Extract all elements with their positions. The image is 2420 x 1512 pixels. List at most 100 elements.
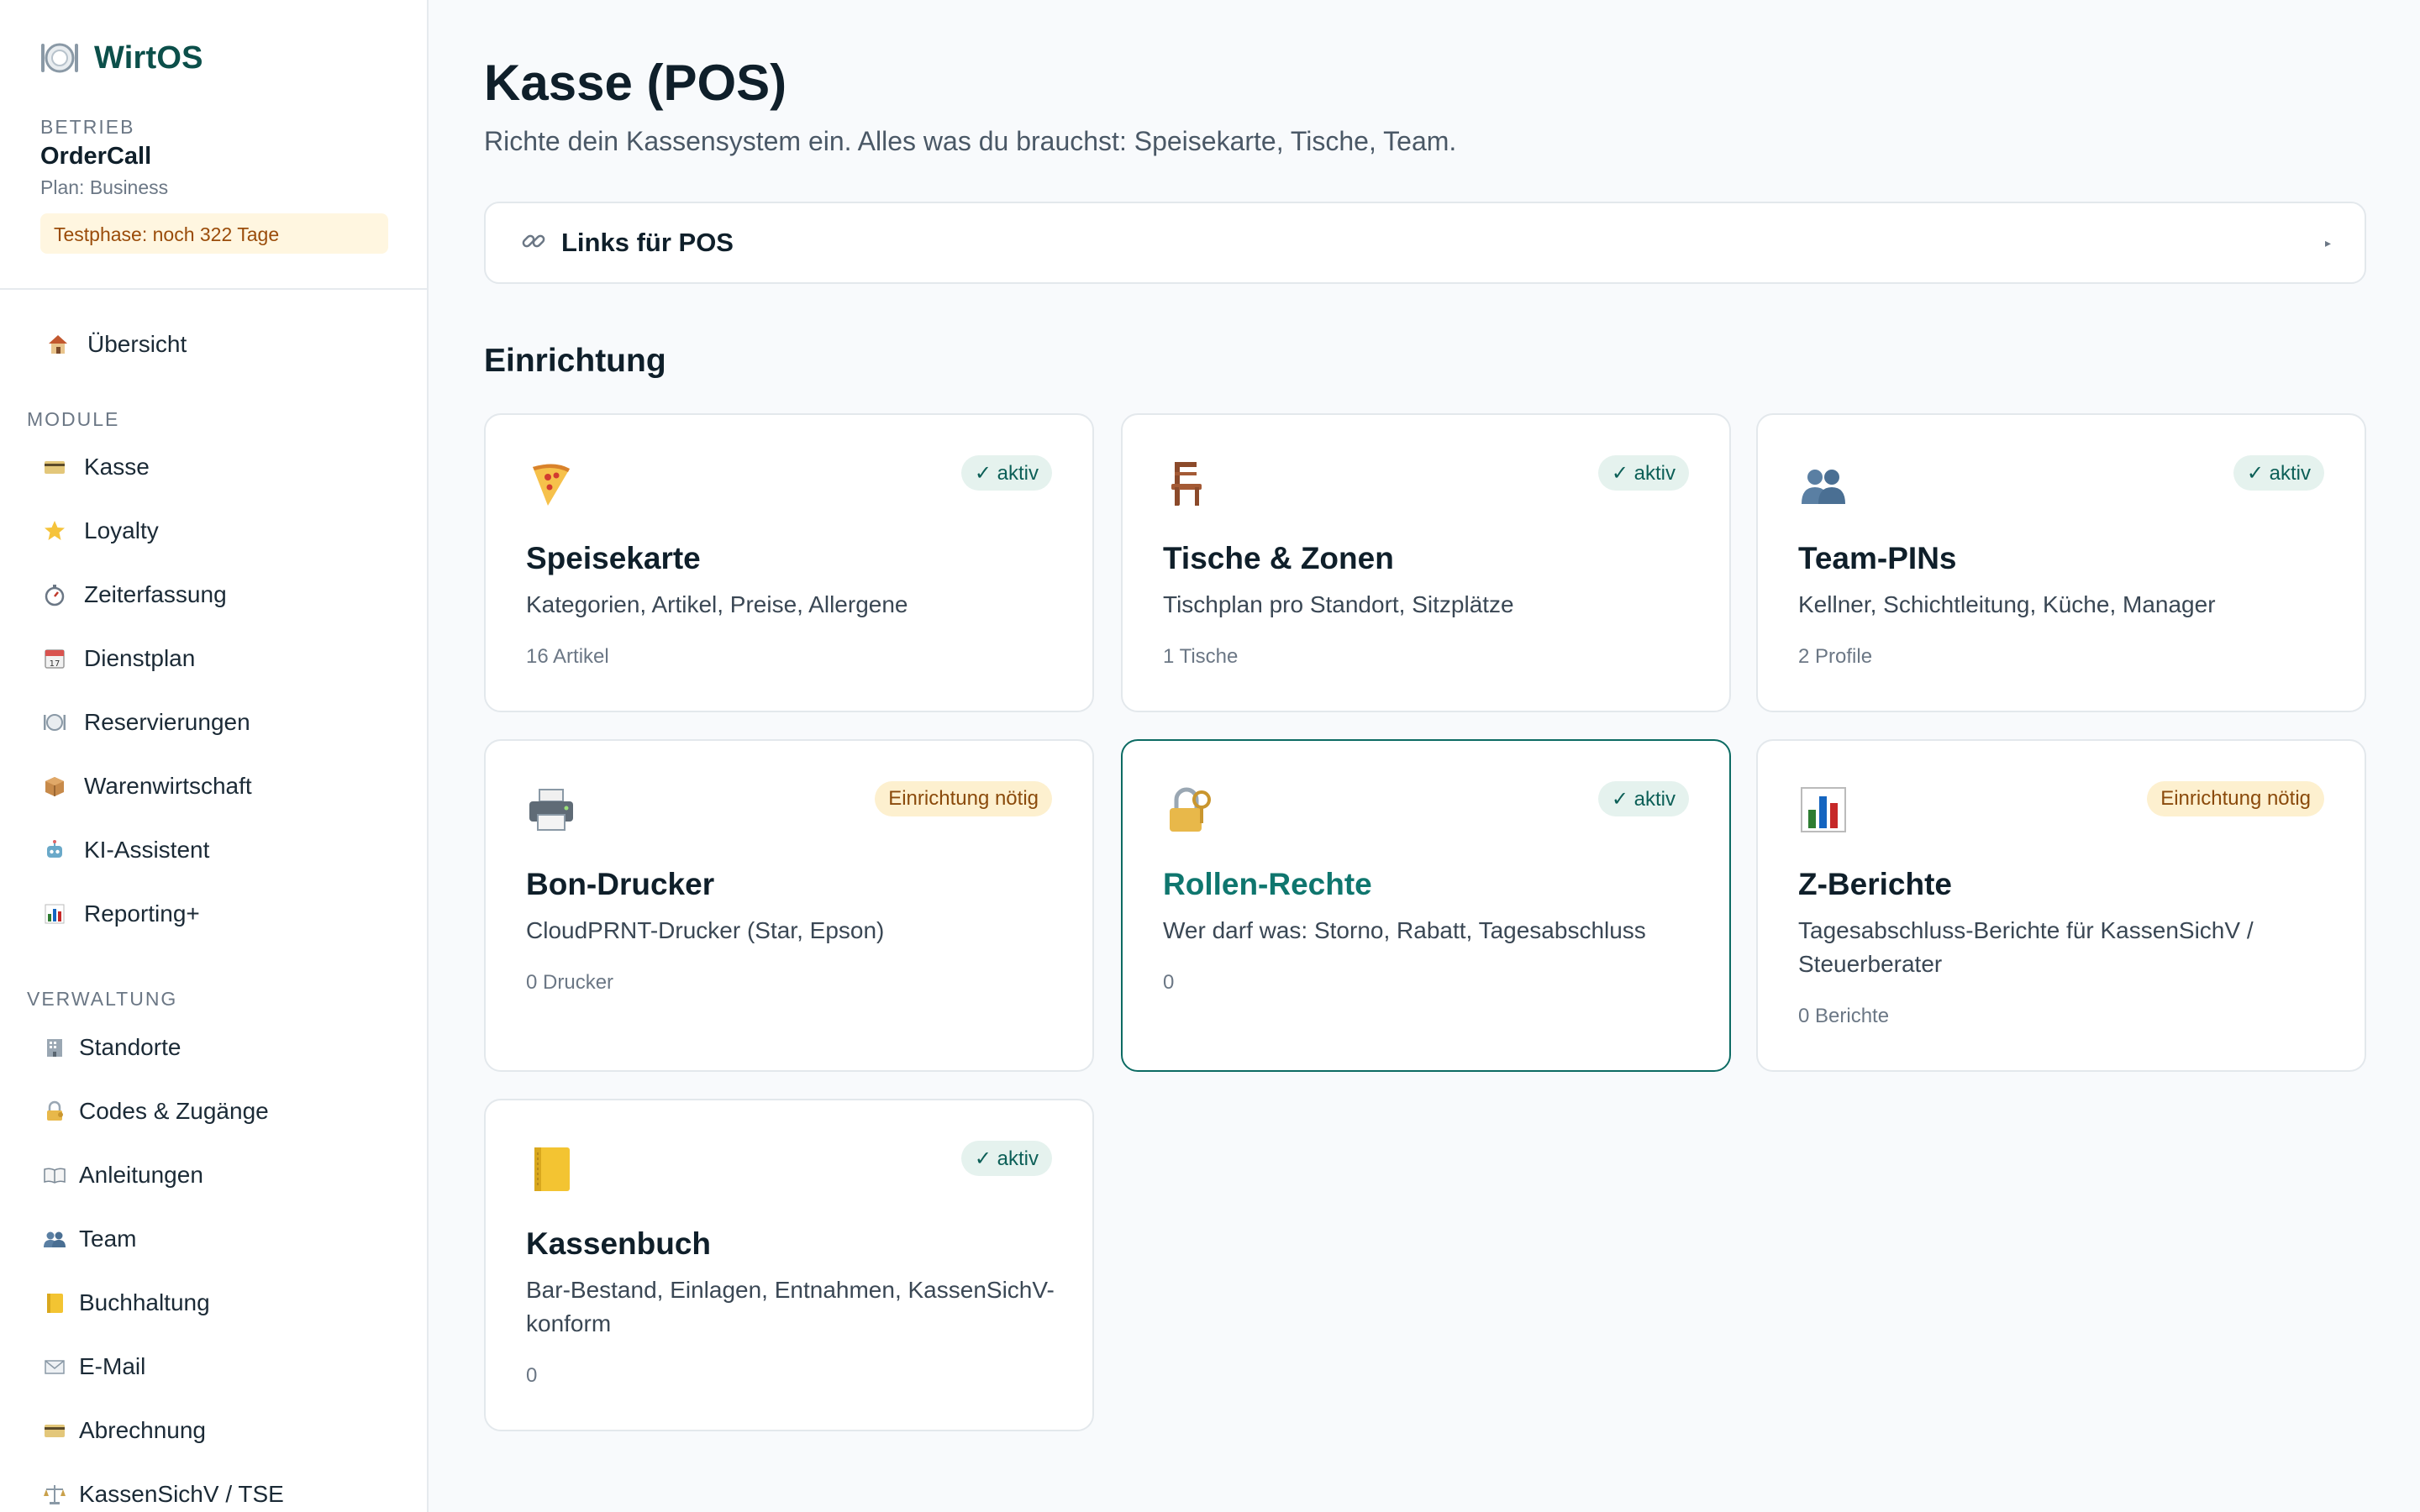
sidebar-item-label: Dienstplan <box>84 645 196 671</box>
lock-key-icon <box>42 1099 67 1124</box>
card-title: Rollen-Rechte <box>1163 867 1372 901</box>
sidebar-item-kassensichv[interactable]: KassenSichV / TSE <box>42 1481 284 1508</box>
main-content: Kasse (POS) Richte dein Kassensystem ein… <box>484 0 2366 1512</box>
nav-section-admin: VERWALTUNG <box>27 988 178 1010</box>
bar-chart-icon <box>42 901 67 927</box>
card-title: Kassenbuch <box>526 1226 712 1261</box>
ledger-icon <box>526 1144 576 1194</box>
sidebar-divider <box>0 288 427 290</box>
links-panel-toggle[interactable]: Links für POS ▸ <box>484 202 2366 284</box>
credit-card-icon <box>42 1418 67 1443</box>
sidebar-item-label: Reporting+ <box>84 900 200 927</box>
card-speisekarte[interactable]: ✓ aktiv Speisekarte Kategorien, Artikel,… <box>484 413 1094 712</box>
status-badge: Einrichtung nötig <box>2147 781 2324 816</box>
chair-icon <box>1163 459 1213 509</box>
card-description: Tischplan pro Standort, Sitzplätze <box>1163 591 1514 617</box>
plate-icon <box>39 37 81 79</box>
sidebar-item-email[interactable]: E-Mail <box>42 1353 145 1380</box>
sidebar-item-kasse[interactable]: Kasse <box>42 454 150 480</box>
sidebar-item-reporting[interactable]: Reporting+ <box>42 900 200 927</box>
nav-section-modules: MODULE <box>27 408 120 430</box>
card-meta: 0 Berichte <box>1798 1005 1890 1027</box>
card-meta: 0 Drucker <box>526 971 614 994</box>
sidebar-item-anleitungen[interactable]: Anleitungen <box>42 1162 203 1189</box>
card-description: Bar-Bestand, Einlagen, Entnahmen, Kassen… <box>526 1277 1055 1336</box>
bar-chart-icon <box>1798 785 1849 835</box>
card-description: Wer darf was: Storno, Rabatt, Tagesabsch… <box>1163 917 1646 943</box>
sidebar-item-codes[interactable]: Codes & Zugänge <box>42 1098 269 1125</box>
calendar-icon: 17 <box>42 646 67 671</box>
sidebar-item-ki-assistent[interactable]: KI-Assistent <box>42 837 209 864</box>
card-meta: 2 Profile <box>1798 645 1873 668</box>
sidebar-item-label: Warenwirtschaft <box>84 773 252 799</box>
sidebar-item-loyalty[interactable]: Loyalty <box>42 517 159 544</box>
card-kassenbuch[interactable]: ✓ aktiv Kassenbuch Bar-Bestand, Einlagen… <box>484 1099 1094 1431</box>
card-team-pins[interactable]: ✓ aktiv Team-PINs Kellner, Schichtleitun… <box>1756 413 2366 712</box>
sidebar-item-dienstplan[interactable]: 17 Dienstplan <box>42 645 195 672</box>
lock-key-icon <box>1163 785 1213 835</box>
card-description: Kellner, Schichtleitung, Küche, Manager <box>1798 591 2216 617</box>
section-title: Einrichtung <box>484 343 666 379</box>
sidebar-item-label: Übersicht <box>87 331 187 357</box>
sidebar-item-label: KassenSichV / TSE <box>79 1481 284 1507</box>
link-icon <box>519 227 548 260</box>
card-description: CloudPRNT-Drucker (Star, Epson) <box>526 917 885 943</box>
card-title: Speisekarte <box>526 541 701 575</box>
card-description: Kategorien, Artikel, Preise, Allergene <box>526 591 908 617</box>
links-panel-label: Links für POS <box>561 228 734 257</box>
sidebar-item-reservierungen[interactable]: Reservierungen <box>42 709 250 736</box>
sidebar-item-standorte[interactable]: Standorte <box>42 1034 181 1061</box>
sidebar-item-label: E-Mail <box>79 1353 146 1379</box>
sidebar-item-buchhaltung[interactable]: Buchhaltung <box>42 1289 210 1316</box>
card-title: Bon-Drucker <box>526 867 715 901</box>
sidebar-item-abrechnung[interactable]: Abrechnung <box>42 1417 206 1444</box>
sidebar: WirtOS BETRIEB OrderCall Plan: Business … <box>0 0 429 1512</box>
business-name: OrderCall <box>40 143 152 170</box>
sidebar-item-warenwirtschaft[interactable]: Warenwirtschaft <box>42 773 252 800</box>
card-meta: 0 <box>1163 971 1175 994</box>
card-tische-zonen[interactable]: ✓ aktiv Tische & Zonen Tischplan pro Sta… <box>1121 413 1731 712</box>
brand[interactable]: WirtOS <box>39 37 203 79</box>
page-subtitle: Richte dein Kassensystem ein. Alles was … <box>484 126 1457 156</box>
people-icon <box>1798 459 1849 509</box>
sidebar-item-overview[interactable]: Übersicht <box>45 331 187 358</box>
sidebar-item-label: KI-Assistent <box>84 837 210 863</box>
card-description: Tagesabschluss-Berichte für KassenSichV … <box>1798 917 2254 977</box>
status-badge: ✓ aktiv <box>960 1141 1052 1176</box>
envelope-icon <box>42 1354 67 1379</box>
sidebar-item-label: Reservierungen <box>84 709 250 735</box>
page-title: Kasse (POS) <box>484 55 787 111</box>
card-bon-drucker[interactable]: Einrichtung nötig Bon-Drucker CloudPRNT-… <box>484 739 1094 1072</box>
status-badge: ✓ aktiv <box>2233 455 2324 491</box>
card-meta: 1 Tische <box>1163 645 1239 668</box>
office-icon <box>42 1035 67 1060</box>
plate-icon <box>42 710 67 735</box>
business-label: BETRIEB <box>40 116 135 138</box>
pizza-icon <box>526 459 576 509</box>
star-icon <box>42 518 67 543</box>
robot-icon <box>42 837 67 863</box>
stopwatch-icon <box>42 582 67 607</box>
sidebar-item-label: Loyalty <box>84 517 159 543</box>
sidebar-item-label: Standorte <box>79 1034 182 1060</box>
card-meta: 0 <box>526 1364 538 1387</box>
credit-card-icon <box>42 454 67 480</box>
sidebar-item-label: Zeiterfassung <box>84 581 227 607</box>
card-rollen-rechte[interactable]: ✓ aktiv Rollen-Rechte Wer darf was: Stor… <box>1121 739 1731 1072</box>
house-icon <box>45 332 71 357</box>
sidebar-item-zeiterfassung[interactable]: Zeiterfassung <box>42 581 227 608</box>
trial-badge: Testphase: noch 322 Tage <box>40 213 388 254</box>
scales-icon <box>42 1482 67 1507</box>
sidebar-item-team[interactable]: Team <box>42 1226 136 1252</box>
caret-right-icon: ▸ <box>2324 235 2331 249</box>
card-z-berichte[interactable]: Einrichtung nötig Z-Berichte Tagesabschl… <box>1756 739 2366 1072</box>
sidebar-item-label: Team <box>79 1226 137 1252</box>
card-title: Tische & Zonen <box>1163 541 1394 575</box>
package-icon <box>42 774 67 799</box>
sidebar-item-label: Abrechnung <box>79 1417 207 1443</box>
status-badge: ✓ aktiv <box>1597 455 1689 491</box>
sidebar-item-label: Codes & Zugänge <box>79 1098 269 1124</box>
card-meta: 16 Artikel <box>526 645 609 668</box>
people-icon <box>42 1226 67 1252</box>
status-badge: ✓ aktiv <box>1597 781 1689 816</box>
